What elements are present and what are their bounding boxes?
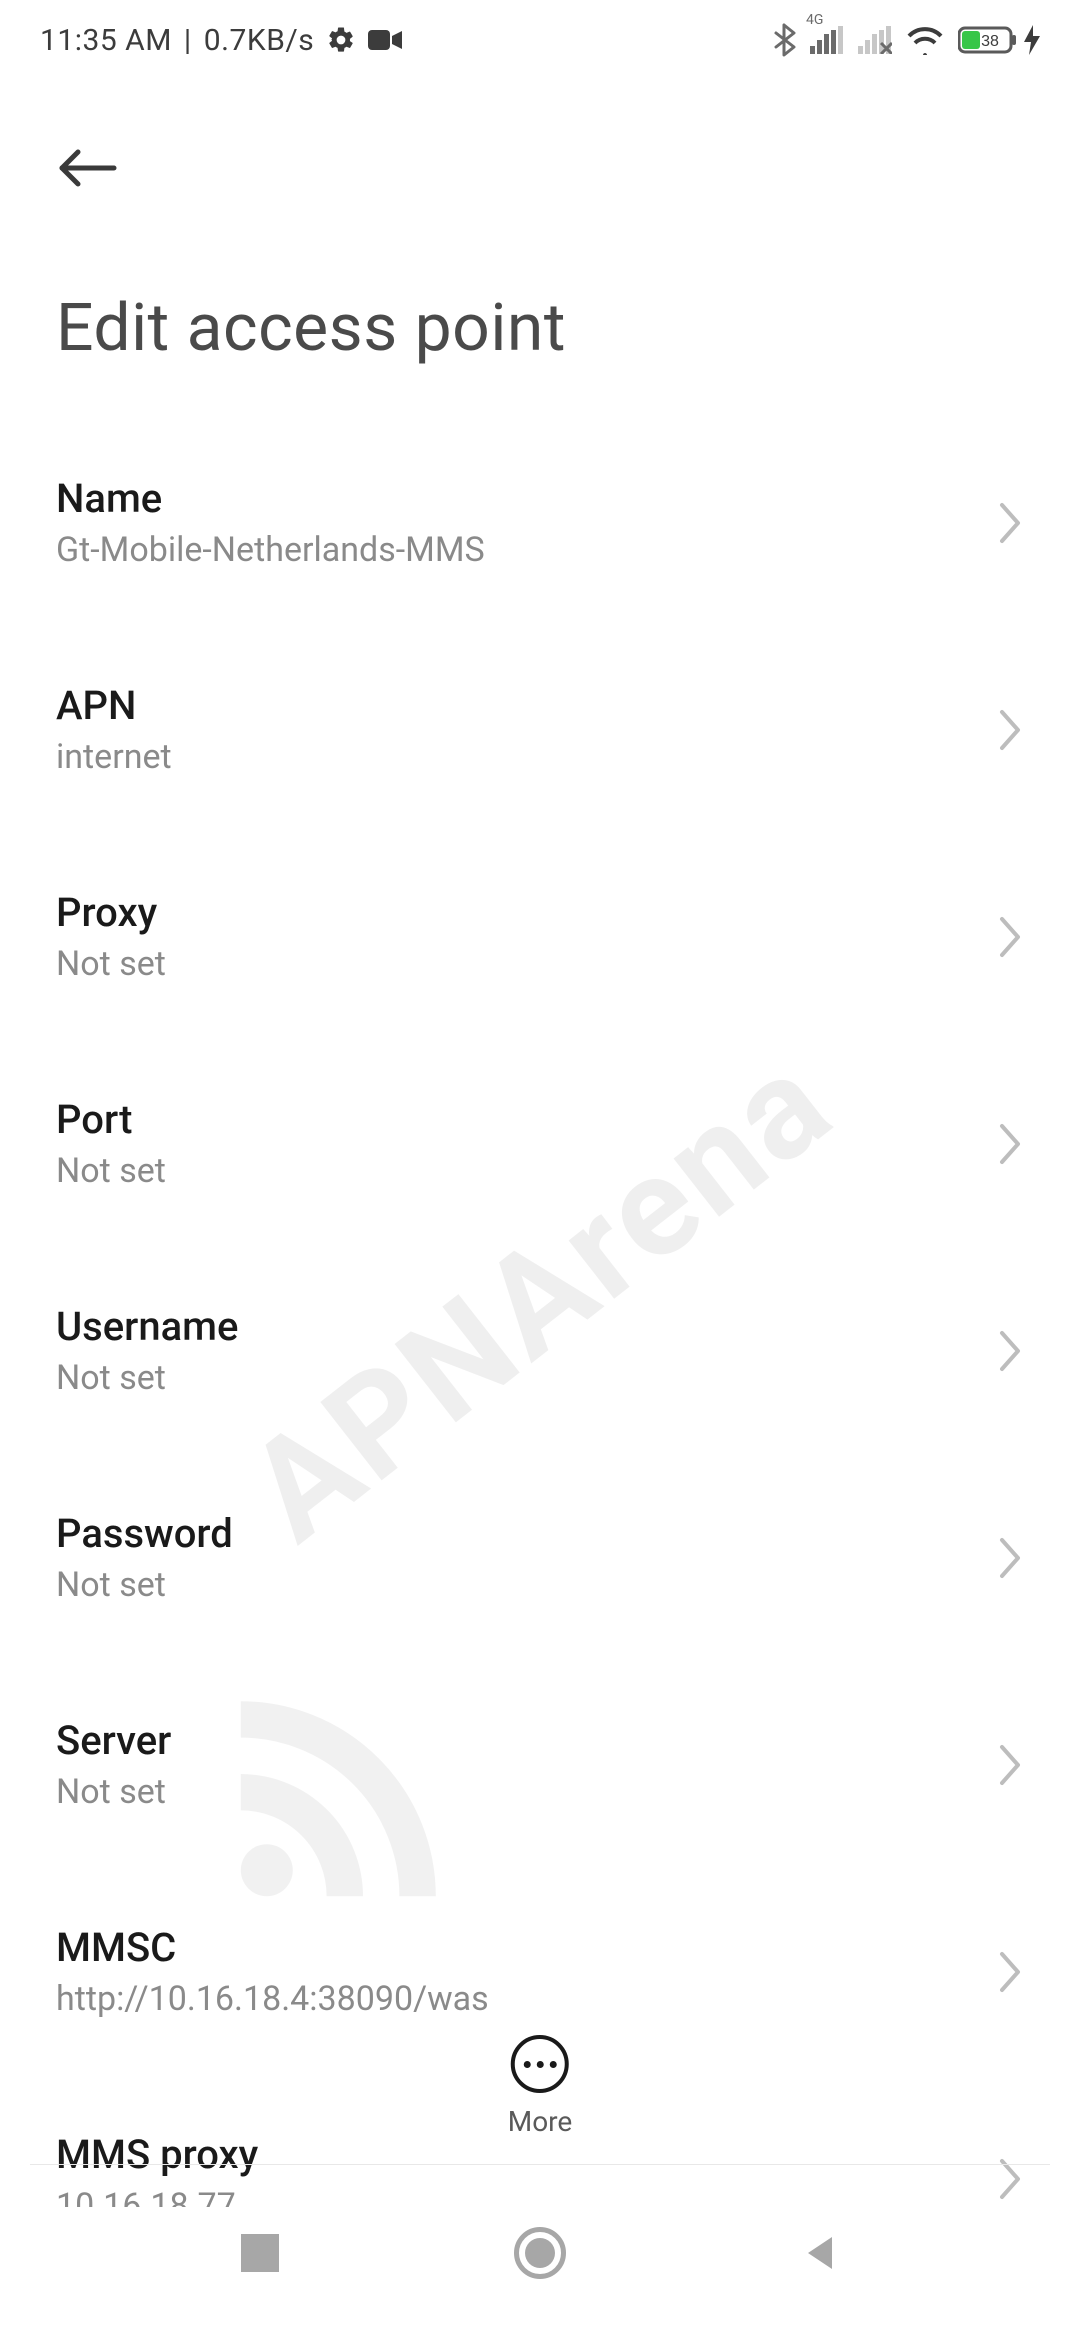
nav-recents-button[interactable]	[220, 2213, 300, 2293]
circle-icon	[514, 2227, 566, 2279]
status-time: 11:35 AM	[40, 23, 172, 58]
setting-value: Not set	[56, 1565, 233, 1605]
more-button[interactable]: More	[508, 2035, 573, 2138]
setting-label: Port	[56, 1096, 166, 1143]
setting-value: Not set	[56, 1151, 166, 1191]
battery-indicator: 38	[958, 25, 1040, 55]
setting-row-proxy[interactable]: Proxy Not set	[56, 841, 1024, 1032]
setting-label: Name	[56, 475, 485, 522]
setting-value: Not set	[56, 944, 166, 984]
status-left: 11:35 AM | 0.7KB/s	[40, 23, 402, 58]
chevron-right-icon	[996, 1743, 1024, 1787]
setting-row-password[interactable]: Password Not set	[56, 1462, 1024, 1653]
triangle-left-icon	[800, 2233, 840, 2273]
status-network-speed: 0.7KB/s	[204, 23, 315, 58]
more-label: More	[508, 2105, 573, 2138]
navigation-bar	[0, 2165, 1080, 2340]
chevron-right-icon	[996, 915, 1024, 959]
more-dots-icon	[511, 2035, 569, 2093]
setting-label: Password	[56, 1510, 233, 1557]
setting-row-apn[interactable]: APN internet	[56, 634, 1024, 825]
chevron-right-icon	[996, 1536, 1024, 1580]
bluetooth-icon	[772, 23, 796, 57]
setting-label: Username	[56, 1303, 238, 1350]
back-button[interactable]	[56, 140, 124, 200]
settings-list: Name Gt-Mobile-Netherlands-MMS APN inter…	[0, 427, 1080, 2207]
signal-sim1-icon: 4G	[810, 26, 844, 54]
nav-back-button[interactable]	[780, 2213, 860, 2293]
battery-percent: 38	[981, 33, 999, 50]
chevron-right-icon	[996, 501, 1024, 545]
settings-scroll-area[interactable]: APNArena Name Gt-Mobile-Netherlands-MMS …	[0, 427, 1080, 2207]
setting-row-server[interactable]: Server Not set	[56, 1669, 1024, 1860]
setting-label: Proxy	[56, 889, 166, 936]
status-separator: |	[184, 23, 192, 58]
setting-value: Not set	[56, 1772, 171, 1812]
setting-value: Not set	[56, 1358, 238, 1398]
setting-value: internet	[56, 737, 172, 777]
setting-row-port[interactable]: Port Not set	[56, 1048, 1024, 1239]
charging-bolt-icon	[1024, 25, 1040, 55]
chevron-right-icon	[996, 1122, 1024, 1166]
video-camera-icon	[368, 28, 402, 52]
setting-row-username[interactable]: Username Not set	[56, 1255, 1024, 1446]
network-type-badge: 4G	[806, 12, 823, 28]
setting-label: MMSC	[56, 1924, 489, 1971]
status-right: 4G 38	[772, 23, 1040, 57]
chevron-right-icon	[996, 1329, 1024, 1373]
gear-icon	[326, 25, 356, 55]
chevron-right-icon	[996, 708, 1024, 752]
setting-value: Gt-Mobile-Netherlands-MMS	[56, 530, 485, 570]
signal-sim2-icon	[858, 26, 892, 54]
setting-label: APN	[56, 682, 172, 729]
square-icon	[241, 2234, 279, 2272]
setting-label: Server	[56, 1717, 171, 1764]
chevron-right-icon	[996, 1950, 1024, 1994]
wifi-icon	[906, 25, 944, 55]
nav-home-button[interactable]	[500, 2213, 580, 2293]
page-title: Edit access point	[0, 200, 1080, 427]
arrow-left-icon	[56, 148, 118, 192]
status-bar: 11:35 AM | 0.7KB/s 4G 38	[0, 0, 1080, 80]
setting-value: http://10.16.18.4:38090/was	[56, 1979, 489, 2019]
setting-row-name[interactable]: Name Gt-Mobile-Netherlands-MMS	[56, 427, 1024, 618]
